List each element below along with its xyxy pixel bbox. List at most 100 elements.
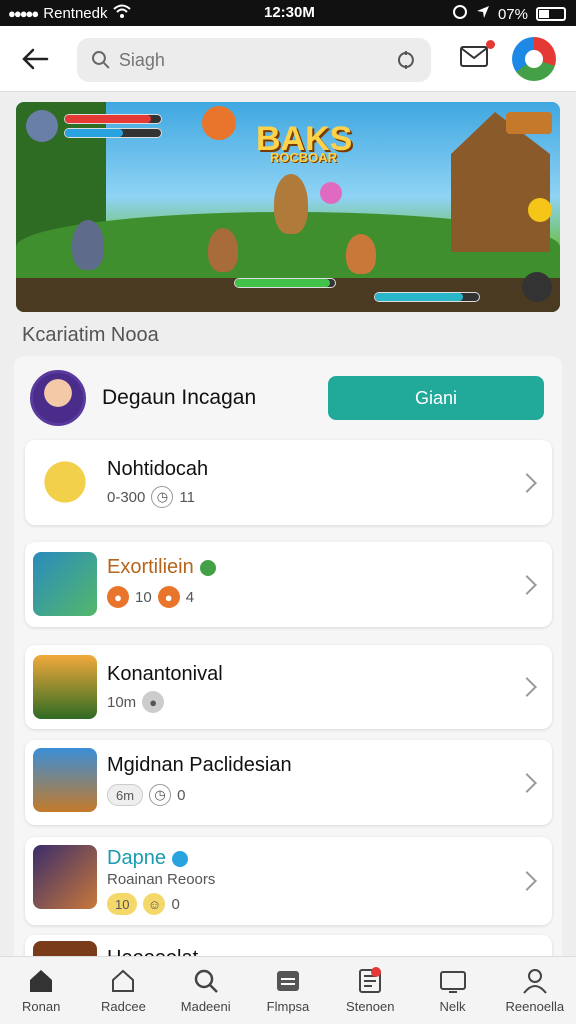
chevron-right-icon bbox=[517, 472, 537, 493]
hero-character bbox=[274, 174, 308, 234]
game-stat-1: 10 bbox=[135, 588, 152, 606]
carrier-label: Rentnedk bbox=[43, 4, 108, 22]
wifi-icon bbox=[113, 4, 132, 22]
game-thumbnail bbox=[33, 845, 97, 909]
verified-icon bbox=[171, 850, 188, 867]
search-icon bbox=[91, 51, 110, 69]
refresh-icon[interactable] bbox=[395, 49, 417, 71]
game-thumbnail bbox=[33, 450, 97, 514]
coin-icon: ● bbox=[107, 586, 129, 608]
chevron-right-icon bbox=[517, 772, 537, 793]
clock-icon: ◷ bbox=[149, 784, 172, 806]
signal-icon: ●●●●● bbox=[8, 5, 39, 21]
get-button[interactable]: Giani bbox=[328, 376, 544, 420]
tab-home[interactable]: Ronan bbox=[0, 957, 82, 1024]
mail-icon bbox=[460, 46, 488, 67]
back-arrow-icon bbox=[22, 48, 49, 70]
tab-radcee[interactable]: Radcee bbox=[82, 957, 164, 1024]
gem-icon: ● bbox=[157, 586, 180, 608]
tab-label: Madeeni bbox=[180, 999, 231, 1014]
list-item[interactable]: Mgidnan Paclidesian 6m ◷ 0 bbox=[25, 740, 552, 825]
chevron-right-icon bbox=[517, 574, 537, 595]
featured-avatar bbox=[30, 370, 86, 426]
tab-flmpsa[interactable]: Flmpsa bbox=[247, 957, 329, 1024]
search-input[interactable] bbox=[118, 49, 388, 71]
pause-button[interactable] bbox=[506, 112, 552, 134]
profile-avatar[interactable] bbox=[512, 37, 556, 81]
featured-name: Degaun Incagan bbox=[102, 386, 257, 409]
list-item[interactable]: Konantonival 10m ● bbox=[25, 645, 552, 729]
creature-character bbox=[208, 228, 238, 272]
tab-label: Nelk bbox=[439, 999, 466, 1014]
section-title: Kcariatim Nooa bbox=[22, 324, 159, 346]
clock-icon: ◷ bbox=[151, 486, 174, 508]
tab-label: Radcee bbox=[101, 999, 146, 1014]
game-thumbnail bbox=[33, 552, 97, 616]
game-title: Dapne bbox=[107, 847, 188, 870]
home-icon bbox=[30, 970, 53, 992]
battery-icon bbox=[536, 7, 566, 21]
xp-bar bbox=[374, 292, 480, 302]
game-title: Mgidnan Paclidesian bbox=[107, 754, 292, 776]
sync-icon bbox=[452, 4, 468, 24]
tab-profile[interactable]: Reenoella bbox=[494, 957, 576, 1024]
game-title: Exortiliein bbox=[107, 556, 216, 579]
smile-icon: ☺ bbox=[143, 893, 166, 915]
game-stat-1: 10 bbox=[107, 893, 138, 915]
tv-icon bbox=[439, 971, 466, 993]
list-item[interactable]: Dapne Roainan Reoors 10 ☺ 0 bbox=[25, 837, 552, 925]
tab-stenoen[interactable]: Stenoen bbox=[329, 957, 411, 1024]
game-rating: 11 bbox=[179, 488, 195, 506]
house-outline-icon bbox=[112, 969, 135, 992]
tab-label: Stenoen bbox=[346, 999, 395, 1014]
star-icon: ● bbox=[142, 691, 165, 713]
status-bar: ●●●●● Rentnedk 12:30M 07% bbox=[0, 0, 576, 26]
back-button[interactable] bbox=[18, 42, 52, 76]
bottom-tab-bar: Ronan Radcee Madeeni Flmpsa Stenoen Nelk… bbox=[0, 956, 576, 1024]
verified-icon bbox=[199, 559, 216, 576]
search-icon bbox=[194, 969, 218, 993]
list-item[interactable]: Exortiliein ● 10 ● 4 bbox=[25, 542, 552, 627]
game-stat-2: 0 bbox=[171, 895, 180, 913]
game-stat: 0 bbox=[177, 786, 186, 804]
sun-character bbox=[202, 106, 236, 140]
mana-bar bbox=[64, 128, 162, 138]
game-title: Konantonival bbox=[107, 663, 223, 685]
game-stat-2: 4 bbox=[185, 588, 195, 606]
location-icon bbox=[476, 5, 490, 23]
mail-notification-dot bbox=[486, 40, 495, 49]
fox-character bbox=[346, 234, 376, 274]
app-header bbox=[0, 26, 576, 92]
list-item[interactable]: Nohtidocah 0-300 ◷ 11 bbox=[25, 440, 552, 525]
search-bar[interactable] bbox=[77, 38, 431, 82]
person-icon bbox=[523, 969, 547, 994]
card-icon bbox=[276, 971, 299, 991]
mail-button[interactable] bbox=[459, 40, 495, 74]
chevron-right-icon bbox=[517, 871, 537, 891]
coin-icon[interactable] bbox=[528, 198, 552, 222]
game-title: Nohtidocah bbox=[107, 458, 209, 480]
clock: 12:30M bbox=[264, 4, 315, 21]
settings-icon[interactable] bbox=[522, 272, 552, 302]
featured-item: Degaun Incagan Giani bbox=[30, 366, 550, 430]
pink-orb bbox=[320, 182, 342, 204]
game-subtitle: Roainan Reoors bbox=[107, 871, 216, 888]
player-avatar bbox=[26, 110, 58, 142]
battery-percent: 07% bbox=[497, 5, 528, 23]
banner-subtitle: ROCBOAR bbox=[270, 150, 338, 165]
game-duration: 6m bbox=[107, 784, 144, 806]
tab-label: Reenoella bbox=[505, 999, 565, 1014]
progress-bar bbox=[234, 278, 336, 288]
chevron-right-icon bbox=[517, 677, 537, 697]
game-downloads: 0-300 bbox=[107, 488, 146, 506]
tab-search[interactable]: Madeeni bbox=[165, 957, 247, 1024]
robot-character bbox=[72, 220, 104, 270]
health-bar bbox=[64, 114, 162, 124]
game-duration: 10m bbox=[107, 693, 137, 711]
tab-label: Ronan bbox=[21, 999, 61, 1014]
game-thumbnail bbox=[33, 655, 97, 719]
tab-label: Flmpsa bbox=[266, 999, 310, 1014]
tab-nelk[interactable]: Nelk bbox=[411, 957, 493, 1024]
game-thumbnail bbox=[33, 748, 97, 812]
game-banner[interactable]: BAKS ROCBOAR bbox=[16, 102, 560, 312]
